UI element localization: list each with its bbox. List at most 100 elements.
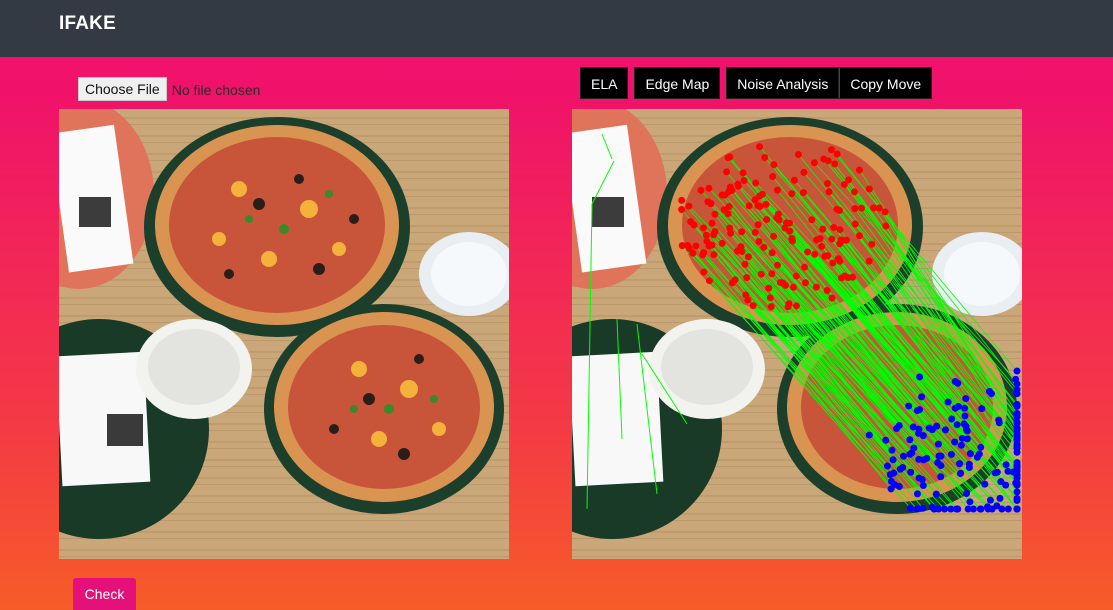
source-keypoint bbox=[770, 232, 778, 240]
source-keypoint bbox=[723, 168, 731, 176]
matched-keypoint bbox=[985, 387, 993, 395]
source-keypoint bbox=[868, 240, 876, 248]
source-keypoint bbox=[710, 251, 718, 259]
source-keypoint bbox=[755, 237, 763, 245]
source-keypoint bbox=[734, 246, 742, 254]
source-keypoint bbox=[724, 210, 732, 218]
matched-keypoint bbox=[988, 505, 996, 513]
matched-keypoint bbox=[925, 424, 933, 432]
copy-move-button[interactable]: Copy Move bbox=[839, 67, 933, 99]
matched-keypoint bbox=[915, 455, 923, 463]
source-keypoint bbox=[837, 274, 845, 282]
source-keypoint bbox=[762, 200, 770, 208]
source-keypoint bbox=[823, 180, 831, 188]
source-keypoint bbox=[788, 234, 796, 242]
matched-keypoint bbox=[890, 469, 898, 477]
source-keypoint bbox=[845, 176, 853, 184]
matched-keypoint bbox=[1013, 433, 1021, 441]
matched-keypoint bbox=[1013, 418, 1021, 426]
source-keypoint bbox=[766, 294, 774, 302]
source-keypoint bbox=[812, 283, 820, 291]
matched-keypoint bbox=[907, 504, 915, 512]
source-keypoint bbox=[741, 260, 749, 268]
source-keypoint bbox=[697, 186, 705, 194]
matched-keypoint bbox=[941, 426, 949, 434]
matched-keypoint bbox=[1004, 467, 1012, 475]
source-keypoint bbox=[875, 204, 883, 212]
file-picker[interactable]: Choose File No file chosen bbox=[78, 77, 260, 101]
matched-keypoint bbox=[948, 415, 956, 423]
source-keypoint bbox=[802, 279, 810, 287]
source-keypoint bbox=[823, 286, 831, 294]
source-keypoint bbox=[728, 279, 736, 287]
source-keypoint bbox=[774, 210, 782, 218]
source-keypoint bbox=[705, 184, 713, 192]
matched-keypoint bbox=[937, 462, 945, 470]
matched-keypoint bbox=[934, 440, 942, 448]
matched-keypoint bbox=[951, 377, 959, 385]
source-keypoint bbox=[785, 219, 793, 227]
matched-keypoint bbox=[966, 498, 974, 506]
source-keypoint bbox=[745, 202, 753, 210]
source-keypoint bbox=[850, 188, 858, 196]
source-keypoint bbox=[828, 294, 836, 302]
matched-keypoint bbox=[919, 482, 927, 490]
matched-keypoint bbox=[973, 453, 981, 461]
source-keypoint bbox=[734, 180, 742, 188]
matched-keypoint bbox=[1002, 461, 1010, 469]
source-keypoint bbox=[855, 232, 863, 240]
matched-keypoint bbox=[883, 462, 891, 470]
check-button[interactable]: Check bbox=[73, 578, 136, 610]
source-keypoint bbox=[718, 239, 726, 247]
ela-button[interactable]: ELA bbox=[580, 67, 629, 99]
source-keypoint bbox=[788, 190, 796, 198]
source-keypoint bbox=[705, 242, 713, 250]
noise-analysis-button[interactable]: Noise Analysis bbox=[726, 67, 840, 99]
matched-keypoint bbox=[916, 373, 924, 381]
matched-keypoint bbox=[953, 421, 961, 429]
matched-keypoint bbox=[1013, 367, 1021, 375]
source-keypoint bbox=[757, 270, 765, 278]
matched-keypoint bbox=[930, 505, 938, 513]
source-keypoint bbox=[763, 216, 771, 224]
source-keypoint bbox=[760, 243, 768, 251]
edge-map-button[interactable]: Edge Map bbox=[634, 67, 721, 99]
source-keypoint bbox=[718, 191, 726, 199]
source-keypoint bbox=[773, 261, 781, 269]
source-keypoint bbox=[699, 251, 707, 259]
source-keypoint bbox=[752, 179, 760, 187]
source-keypoint bbox=[751, 196, 759, 204]
matched-keypoint bbox=[996, 494, 1004, 502]
matched-keypoint bbox=[882, 436, 890, 444]
source-keypoint bbox=[678, 196, 686, 204]
matched-keypoint bbox=[1013, 390, 1021, 398]
brand-logo[interactable]: IFAKE bbox=[59, 13, 116, 35]
matched-keypoint bbox=[919, 432, 927, 440]
matched-keypoint bbox=[1013, 425, 1021, 433]
source-keypoint bbox=[816, 235, 824, 243]
matched-keypoint bbox=[955, 402, 963, 410]
source-keypoint bbox=[837, 236, 845, 244]
choose-file-button[interactable]: Choose File bbox=[78, 77, 167, 101]
source-keypoint bbox=[851, 205, 859, 213]
source-keypoint bbox=[740, 177, 748, 185]
file-status-text: No file chosen bbox=[171, 82, 261, 98]
matched-keypoint bbox=[889, 456, 897, 464]
matched-keypoint bbox=[961, 404, 969, 412]
source-keypoint bbox=[849, 273, 857, 281]
source-keypoint bbox=[810, 159, 818, 167]
matched-keypoint bbox=[956, 460, 964, 468]
source-keypoint bbox=[751, 229, 759, 237]
matched-keypoint bbox=[918, 476, 926, 484]
source-keypoint bbox=[768, 270, 776, 278]
source-keypoint bbox=[799, 189, 807, 197]
source-keypoint bbox=[824, 157, 832, 165]
matched-keypoint bbox=[1013, 440, 1021, 448]
matched-keypoint bbox=[993, 468, 1001, 476]
source-keypoint bbox=[790, 283, 798, 291]
source-keypoint bbox=[858, 204, 866, 212]
copy-move-result-image bbox=[572, 109, 1022, 559]
source-keypoint bbox=[770, 161, 778, 169]
matched-keypoint bbox=[962, 395, 970, 403]
source-keypoint bbox=[811, 250, 819, 258]
